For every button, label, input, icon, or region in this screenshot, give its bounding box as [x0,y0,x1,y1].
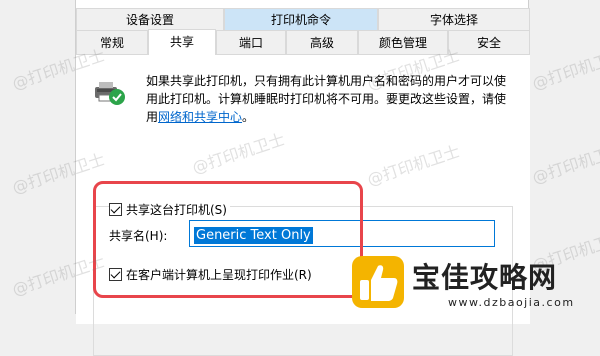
description-end: 。 [242,110,255,124]
shared-printer-icon [95,82,125,105]
tab-security[interactable]: 安全 [448,30,530,54]
tab-printer-commands[interactable]: 打印机命令 [224,8,378,30]
tab-color-management[interactable]: 颜色管理 [358,30,448,54]
tab-font-selection[interactable]: 字体选择 [378,8,530,30]
watermark: @打印机卫士 [529,45,600,94]
watermark: @打印机卫士 [529,139,600,188]
annotation-highlight-box [93,181,363,298]
network-sharing-center-link[interactable]: 网络和共享中心 [158,110,242,124]
watermark: @打印机卫士 [529,227,600,276]
sharing-description: 如果共享此打印机，只有拥有此计算机用户名和密码的用户才可以使用此打印机。计算机睡… [146,72,516,126]
tab-sharing[interactable]: 共享 [148,29,216,55]
tab-ports[interactable]: 端口 [216,30,286,54]
tab-advanced[interactable]: 高级 [286,30,358,54]
tab-device-settings[interactable]: 设备设置 [76,8,224,30]
tab-general[interactable]: 常规 [76,30,148,54]
